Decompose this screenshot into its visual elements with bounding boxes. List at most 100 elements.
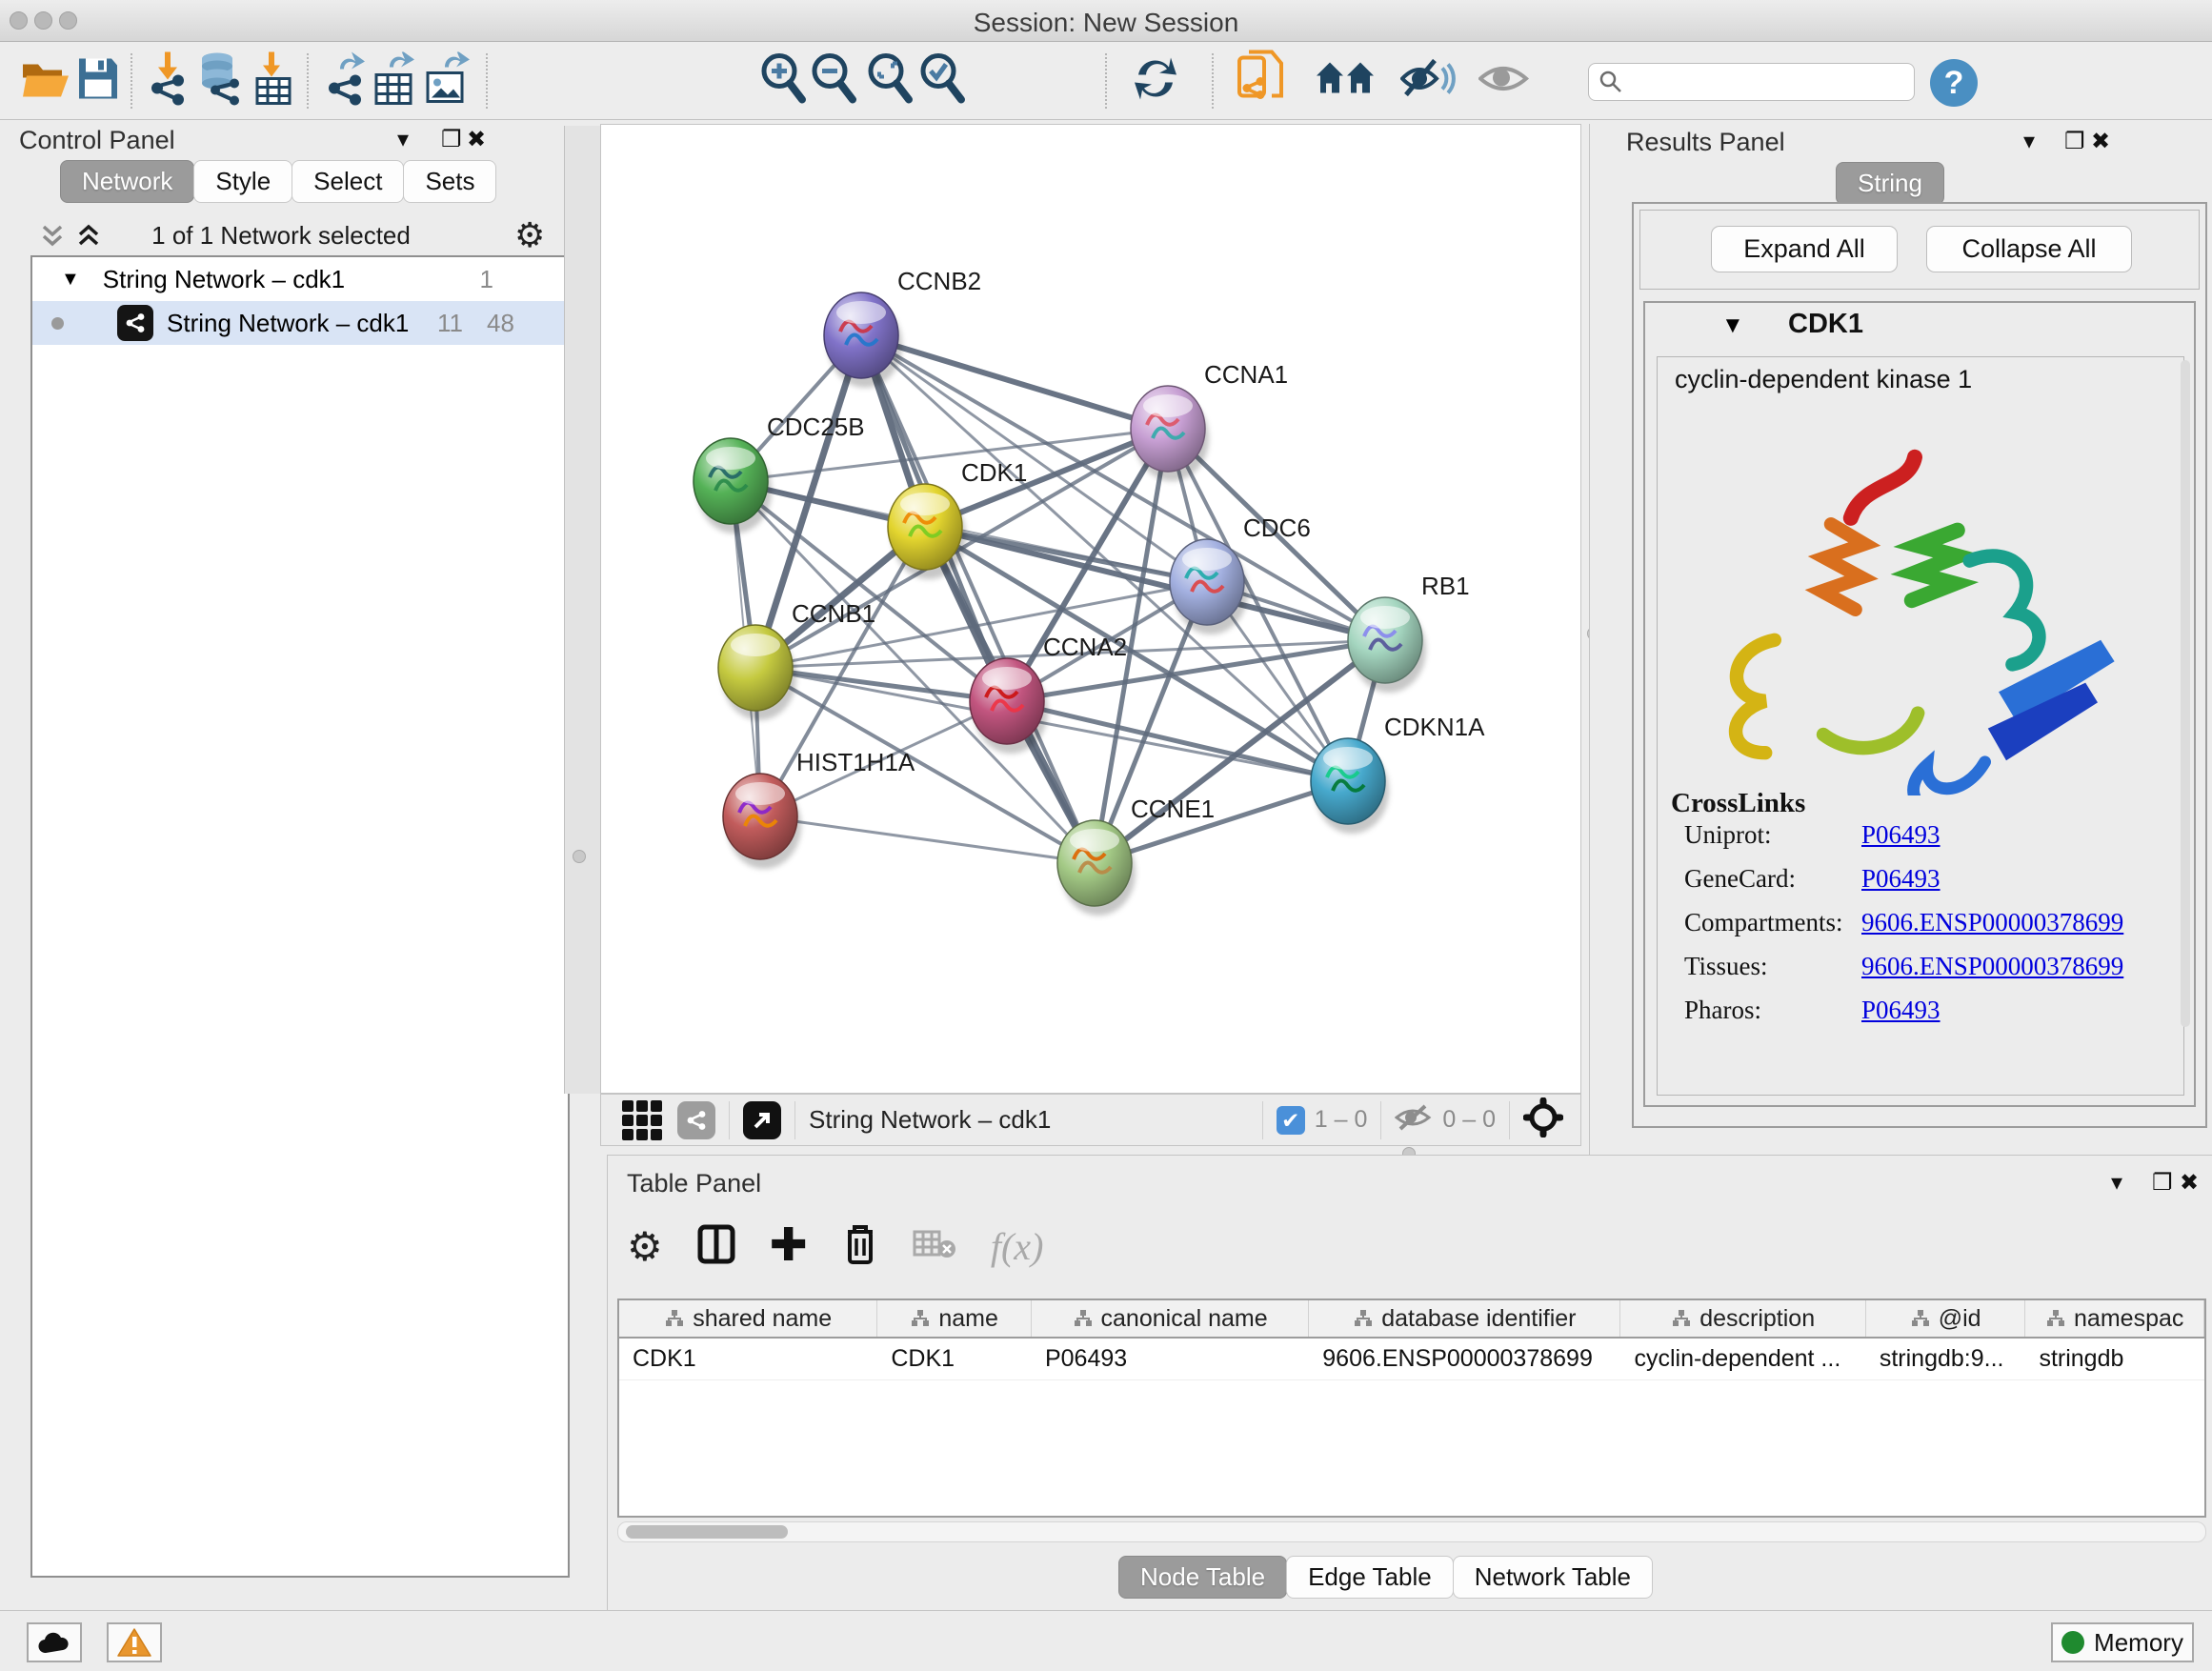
export-image-icon[interactable] (424, 51, 472, 110)
control-panel-menu-icon[interactable]: ▾ (397, 126, 409, 153)
table-cell[interactable]: cyclin-dependent ... (1620, 1339, 1865, 1379)
edge-HIST1H1A-CCNE1[interactable] (760, 816, 1095, 863)
splitter-handle[interactable] (573, 850, 586, 863)
edge-CCNB2-CCNA1[interactable] (861, 335, 1168, 429)
expand-all-button[interactable]: Expand All (1711, 226, 1898, 272)
tab-select[interactable]: Select (292, 160, 404, 203)
zoom-in-icon[interactable] (758, 51, 808, 110)
hide-selected-icon[interactable] (1400, 56, 1456, 105)
zoom-out-icon[interactable] (809, 51, 858, 110)
table-horizontal-scrollbar[interactable] (617, 1521, 2206, 1542)
birdseye-navigator-icon[interactable] (1523, 1097, 1563, 1142)
table-row[interactable]: CDK1CDK1P064939606.ENSP00000378699cyclin… (619, 1339, 2204, 1380)
zoom-fit-icon[interactable] (865, 51, 915, 110)
show-columns-icon[interactable] (697, 1223, 735, 1270)
collapse-all-button[interactable]: Collapse All (1926, 226, 2132, 272)
clone-network-icon[interactable] (1236, 50, 1285, 111)
network-collection-row[interactable]: ▼ String Network – cdk1 1 (32, 257, 568, 301)
table-cell[interactable]: stringdb:9... (1866, 1339, 2026, 1379)
node-table[interactable]: shared namenamecanonical namedatabase id… (617, 1299, 2206, 1518)
crosslink-link[interactable]: 9606.ENSP00000378699 (1861, 908, 2123, 936)
search-input[interactable] (1623, 69, 1890, 95)
network-options-gear-icon[interactable]: ⚙ (514, 215, 545, 255)
table-panel-close-icon[interactable]: ✖ (2180, 1169, 2199, 1197)
column-header-description[interactable]: description (1620, 1300, 1865, 1337)
results-panel-float-icon[interactable]: ❐ (2064, 128, 2085, 155)
table-cell[interactable]: P06493 (1032, 1339, 1309, 1379)
crosslink-link[interactable]: P06493 (1861, 996, 1941, 1024)
tab-network-table[interactable]: Network Table (1453, 1556, 1653, 1599)
import-table-icon[interactable] (252, 51, 294, 110)
node-HIST1H1A[interactable]: HIST1H1A (723, 748, 915, 869)
warnings-button[interactable] (107, 1622, 162, 1662)
help-button[interactable]: ? (1930, 59, 1978, 107)
crosslink-label: GeneCard: (1684, 864, 1861, 894)
node-CCNB2[interactable]: CCNB2 (824, 267, 981, 388)
table-cell[interactable]: CDK1 (619, 1339, 877, 1379)
section-collapse-icon[interactable]: ▼ (1721, 312, 1744, 339)
tab-edge-table[interactable]: Edge Table (1286, 1556, 1454, 1599)
add-column-icon[interactable]: ✚ (770, 1227, 808, 1265)
tab-node-table[interactable]: Node Table (1118, 1556, 1287, 1599)
column-header-database-identifier[interactable]: database identifier (1309, 1300, 1620, 1337)
table-cell[interactable]: 9606.ENSP00000378699 (1309, 1339, 1620, 1379)
table-cell[interactable]: CDK1 (877, 1339, 1032, 1379)
import-database-icon[interactable] (196, 51, 244, 110)
node-RB1[interactable]: RB1 (1348, 572, 1470, 693)
node-label-CDC25B: CDC25B (767, 413, 865, 441)
edge-CCNA2-CDKN1A[interactable] (1007, 701, 1348, 781)
tab-style[interactable]: Style (193, 160, 292, 203)
grid-view-icon[interactable] (622, 1100, 662, 1140)
save-session-icon[interactable] (77, 56, 119, 105)
control-panel-tabs: NetworkStyleSelectSets (60, 160, 495, 203)
left-splitter[interactable] (564, 126, 600, 1094)
column-header-name[interactable]: name (877, 1300, 1032, 1337)
node-CDC25B[interactable]: CDC25B (694, 413, 865, 534)
tab-sets[interactable]: Sets (403, 160, 496, 203)
delete-table-icon[interactable] (913, 1228, 956, 1265)
memory-button[interactable]: Memory (2051, 1622, 2194, 1662)
table-panel-menu-icon[interactable]: ▾ (2111, 1169, 2122, 1197)
export-network-icon[interactable] (323, 51, 367, 110)
control-panel-float-icon[interactable]: ❐ (441, 126, 462, 153)
export-table-icon[interactable] (372, 51, 416, 110)
scrollbar-thumb[interactable] (626, 1525, 788, 1539)
table-cell[interactable]: stringdb (2025, 1339, 2204, 1379)
column-header-shared-name[interactable]: shared name (619, 1300, 877, 1337)
hidden-eye-icon[interactable] (1395, 1102, 1433, 1137)
node-CCNE1[interactable]: CCNE1 (1057, 795, 1215, 916)
column-header-canonical-name[interactable]: canonical name (1032, 1300, 1309, 1337)
selected-nodes-checkbox-icon[interactable]: ✔ (1277, 1106, 1305, 1135)
table-panel-float-icon[interactable]: ❐ (2152, 1169, 2173, 1197)
network-canvas[interactable]: CCNB2CCNA1CDC25BCDK1CDC6RB1CCNB1CCNA2CDK… (600, 124, 1581, 1094)
column-header-namespac[interactable]: namespac (2025, 1300, 2204, 1337)
tab-string[interactable]: String (1836, 162, 1944, 205)
open-session-icon[interactable] (21, 56, 70, 105)
crosslink-link[interactable]: 9606.ENSP00000378699 (1861, 952, 2123, 980)
function-builder-icon[interactable]: f(x) (991, 1224, 1044, 1269)
crosslink-link[interactable]: P06493 (1861, 864, 1941, 893)
section-scrollbar[interactable] (2181, 360, 2190, 1027)
tab-network[interactable]: Network (60, 160, 194, 203)
network-badge-icon[interactable] (677, 1101, 715, 1139)
delete-column-icon[interactable] (842, 1222, 878, 1271)
node-CDKN1A[interactable]: CDKN1A (1311, 713, 1485, 834)
show-all-icon[interactable] (1478, 58, 1532, 103)
search-bar[interactable] (1588, 63, 1915, 101)
node-CCNA1[interactable]: CCNA1 (1131, 360, 1288, 481)
home-pair-icon[interactable] (1315, 56, 1376, 105)
results-panel-close-icon[interactable]: ✖ (2091, 128, 2110, 155)
cloud-button[interactable] (27, 1622, 82, 1662)
import-network-icon[interactable] (146, 51, 190, 110)
control-panel-close-icon[interactable]: ✖ (467, 126, 486, 153)
refresh-icon[interactable] (1131, 53, 1180, 108)
network-row-selected[interactable]: String Network – cdk1 11 48 (32, 301, 568, 345)
table-options-gear-icon[interactable]: ⚙ (627, 1223, 663, 1270)
zoom-selected-icon[interactable] (917, 51, 967, 110)
column-header--id[interactable]: @id (1866, 1300, 2026, 1337)
crosslink-link[interactable]: P06493 (1861, 820, 1941, 849)
collection-expand-icon[interactable]: ▼ (61, 269, 80, 291)
open-in-window-icon[interactable] (743, 1101, 781, 1139)
edge-CCNB2-CCNE1[interactable] (861, 335, 1095, 863)
results-panel-menu-icon[interactable]: ▾ (2023, 128, 2035, 155)
